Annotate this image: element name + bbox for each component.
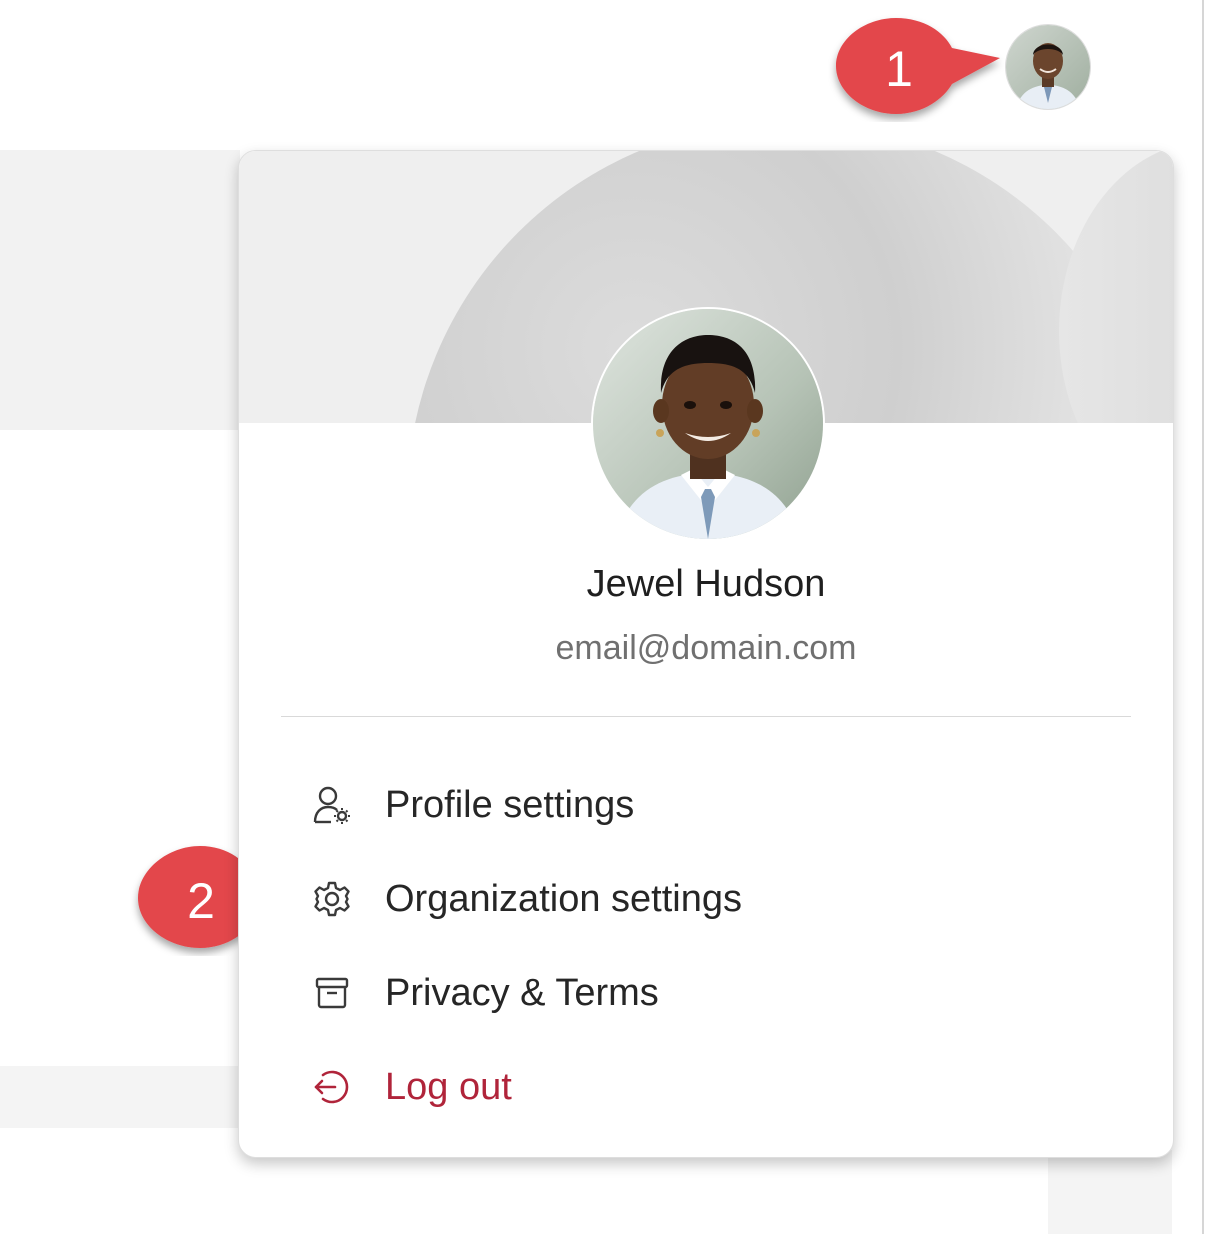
archive-box-icon — [309, 970, 355, 1016]
account-menu: Jewel Hudson email@domain.com Profile se… — [238, 150, 1174, 1158]
callout-number-1: 1 — [885, 41, 913, 97]
menu-item-organization-settings[interactable]: Organization settings — [309, 869, 742, 929]
account-avatar-button[interactable] — [1005, 24, 1091, 110]
logout-icon — [309, 1064, 355, 1110]
user-settings-icon — [309, 782, 355, 828]
profile-avatar — [591, 307, 825, 541]
background-panel — [1048, 1150, 1172, 1234]
menu-item-label: Log out — [385, 1065, 512, 1108]
menu-item-privacy-terms[interactable]: Privacy & Terms — [309, 963, 659, 1023]
avatar-photo — [1006, 25, 1090, 109]
menu-item-label: Profile settings — [385, 783, 635, 826]
divider — [281, 716, 1131, 717]
menu-item-profile-settings[interactable]: Profile settings — [309, 775, 634, 835]
menu-item-label: Privacy & Terms — [385, 971, 659, 1014]
menu-item-log-out[interactable]: Log out — [309, 1057, 512, 1117]
user-name: Jewel Hudson — [586, 563, 826, 605]
callout-number-2: 2 — [187, 873, 215, 929]
background-panel — [0, 1066, 240, 1128]
menu-item-label: Organization settings — [385, 877, 742, 920]
background-panel — [0, 150, 240, 430]
window-edge — [1202, 0, 1204, 1234]
profile-photo — [593, 309, 823, 539]
gear-icon — [309, 876, 355, 922]
decorative-arc — [1059, 151, 1173, 423]
user-email: email@domain.com — [555, 629, 857, 667]
